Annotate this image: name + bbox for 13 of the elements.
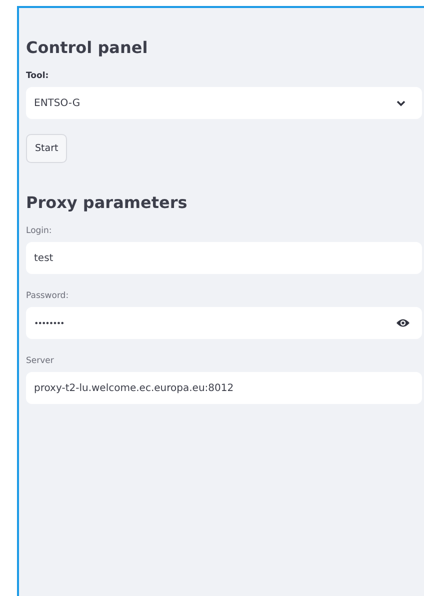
password-field[interactable]: •••••••• bbox=[26, 307, 422, 339]
eye-icon[interactable] bbox=[396, 318, 410, 328]
input-field[interactable]: proxy-t2-lu.welcome.ec.europa.eu:8012 bbox=[26, 372, 422, 404]
tool-dropdown[interactable]: ENTSO-G bbox=[26, 87, 422, 119]
field-label: Server bbox=[26, 356, 54, 366]
section-heading: Proxy parameters bbox=[26, 193, 188, 212]
field-label: Tool: bbox=[26, 71, 49, 81]
start-button[interactable]: Start bbox=[26, 134, 68, 163]
section-heading: Control panel bbox=[26, 38, 148, 57]
chevron-down-icon bbox=[396, 100, 406, 106]
field-label: Password: bbox=[26, 291, 69, 301]
field-label: Login: bbox=[26, 226, 52, 236]
input-field[interactable]: test bbox=[26, 242, 422, 274]
